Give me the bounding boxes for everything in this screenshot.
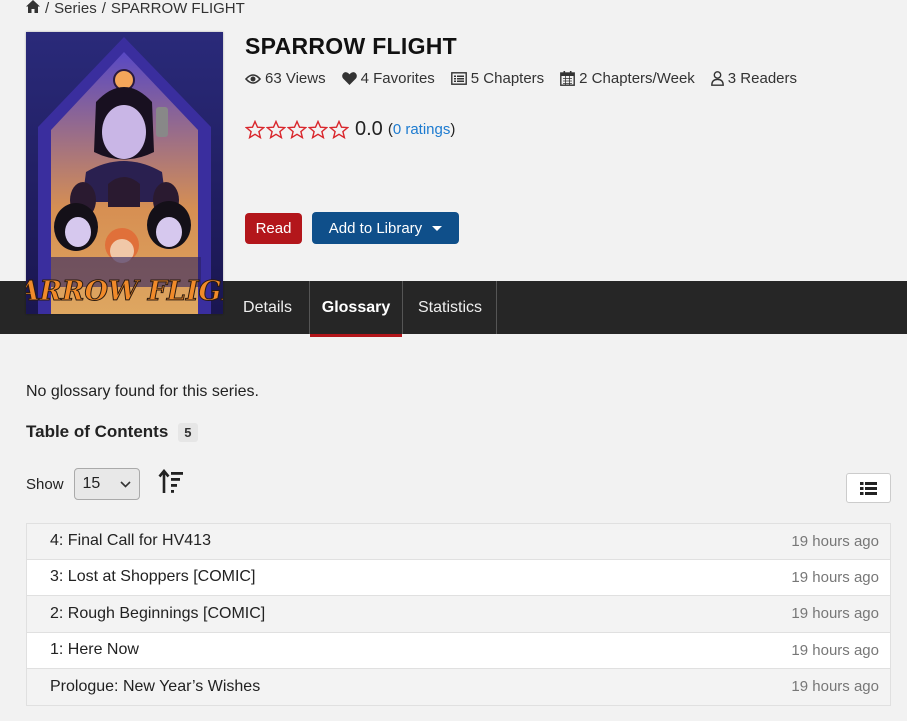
views-stat: 63 Views: [245, 70, 326, 87]
sort-order-button[interactable]: [158, 468, 184, 500]
breadcrumb-series-link[interactable]: Series: [54, 0, 97, 18]
glossary-empty-message: No glossary found for this series.: [26, 383, 259, 400]
chapter-time: 19 hours ago: [791, 568, 879, 586]
toc-title: Table of Contents: [26, 422, 169, 441]
rating-count: (0 ratings): [388, 121, 456, 138]
eye-icon: [245, 73, 261, 84]
sort-icon: [158, 468, 183, 493]
breadcrumb: / Series / SPARROW FLIGHT: [26, 0, 245, 18]
views-count: 63 Views: [265, 70, 326, 87]
readers-stat: 3 Readers: [710, 70, 798, 87]
rating-value: 0.0: [355, 118, 383, 140]
chapters-count: 5 Chapters: [470, 70, 545, 87]
chapter-time: 19 hours ago: [791, 605, 879, 623]
star-outline-icon[interactable]: [245, 119, 265, 140]
toc-heading: Table of Contents 5: [26, 422, 198, 442]
star-outline-icon[interactable]: [266, 119, 286, 140]
list-view-icon: [860, 481, 877, 495]
page-size-value: 15: [82, 475, 101, 492]
chapter-row[interactable]: 1: Here Now 19 hours ago: [26, 632, 891, 669]
chapter-list: 4: Final Call for HV413 19 hours ago 3: …: [26, 523, 891, 706]
series-rating: 0.0 (0 ratings): [245, 118, 455, 141]
caret-down-icon: [432, 225, 443, 231]
star-outline-icon[interactable]: [329, 119, 349, 140]
user-icon: [710, 71, 724, 86]
rating-close-paren: ): [450, 121, 456, 138]
chapters-per-week: 2 Chapters/Week: [579, 70, 695, 87]
star-outline-icon[interactable]: [308, 119, 328, 140]
chapters-stat: 5 Chapters: [450, 70, 545, 87]
tab-divider: [496, 281, 497, 334]
home-icon: [26, 0, 40, 13]
series-stats: 63 Views 4 Favorites 5 Chapters 2 Chapte…: [245, 70, 797, 87]
add-to-library-button[interactable]: Add to Library: [312, 212, 459, 244]
readers-count: 3 Readers: [727, 70, 798, 87]
heart-icon: [341, 72, 357, 85]
read-button[interactable]: Read: [245, 213, 302, 244]
chevron-down-icon: [119, 480, 131, 488]
star-outline-icon[interactable]: [287, 119, 307, 140]
ratings-link[interactable]: 0 ratings: [393, 121, 451, 138]
breadcrumb-separator: /: [101, 0, 106, 17]
tab-details[interactable]: Details: [230, 281, 305, 334]
show-label: Show: [26, 475, 64, 493]
series-title: SPARROW FLIGHT: [245, 33, 458, 59]
chapter-title[interactable]: 4: Final Call for HV413: [50, 532, 211, 550]
page-size-select[interactable]: 15: [73, 468, 140, 500]
chapter-title[interactable]: 3: Lost at Shoppers [COMIC]: [50, 568, 255, 586]
chapter-title[interactable]: 2: Rough Beginnings [COMIC]: [50, 605, 265, 623]
release-rate-stat: 2 Chapters/Week: [560, 70, 695, 87]
add-to-library-label: Add to Library: [328, 219, 423, 237]
toc-count-badge: 5: [178, 422, 198, 442]
tab-statistics[interactable]: Statistics: [403, 281, 497, 334]
chapter-time: 19 hours ago: [791, 641, 879, 659]
chapter-time: 19 hours ago: [791, 678, 879, 696]
chapter-time: 19 hours ago: [791, 532, 879, 550]
chapter-row[interactable]: 2: Rough Beginnings [COMIC] 19 hours ago: [26, 596, 891, 633]
tab-glossary[interactable]: Glossary: [310, 281, 402, 337]
cover-title-art: SPARROW FLIGHT: [26, 276, 223, 307]
list-view-toggle[interactable]: [846, 473, 891, 503]
favorites-count: 4 Favorites: [360, 70, 435, 87]
series-cover-image[interactable]: SPARROW FLIGHT: [26, 32, 223, 314]
chapter-row[interactable]: Prologue: New Year’s Wishes 19 hours ago: [26, 669, 891, 706]
chapter-title[interactable]: 1: Here Now: [50, 641, 139, 659]
chapter-row[interactable]: 4: Final Call for HV413 19 hours ago: [26, 523, 891, 560]
calendar-icon: [560, 71, 576, 86]
breadcrumb-separator: /: [45, 0, 50, 17]
home-link[interactable]: [26, 0, 40, 18]
rating-stars[interactable]: [245, 119, 349, 140]
chapter-row[interactable]: 3: Lost at Shoppers [COMIC] 19 hours ago: [26, 559, 891, 596]
favorites-stat: 4 Favorites: [341, 70, 435, 87]
chapter-title[interactable]: Prologue: New Year’s Wishes: [50, 678, 260, 696]
breadcrumb-current: SPARROW FLIGHT: [110, 0, 245, 17]
list-icon: [450, 72, 467, 85]
page-size-control: Show 15: [26, 468, 140, 500]
